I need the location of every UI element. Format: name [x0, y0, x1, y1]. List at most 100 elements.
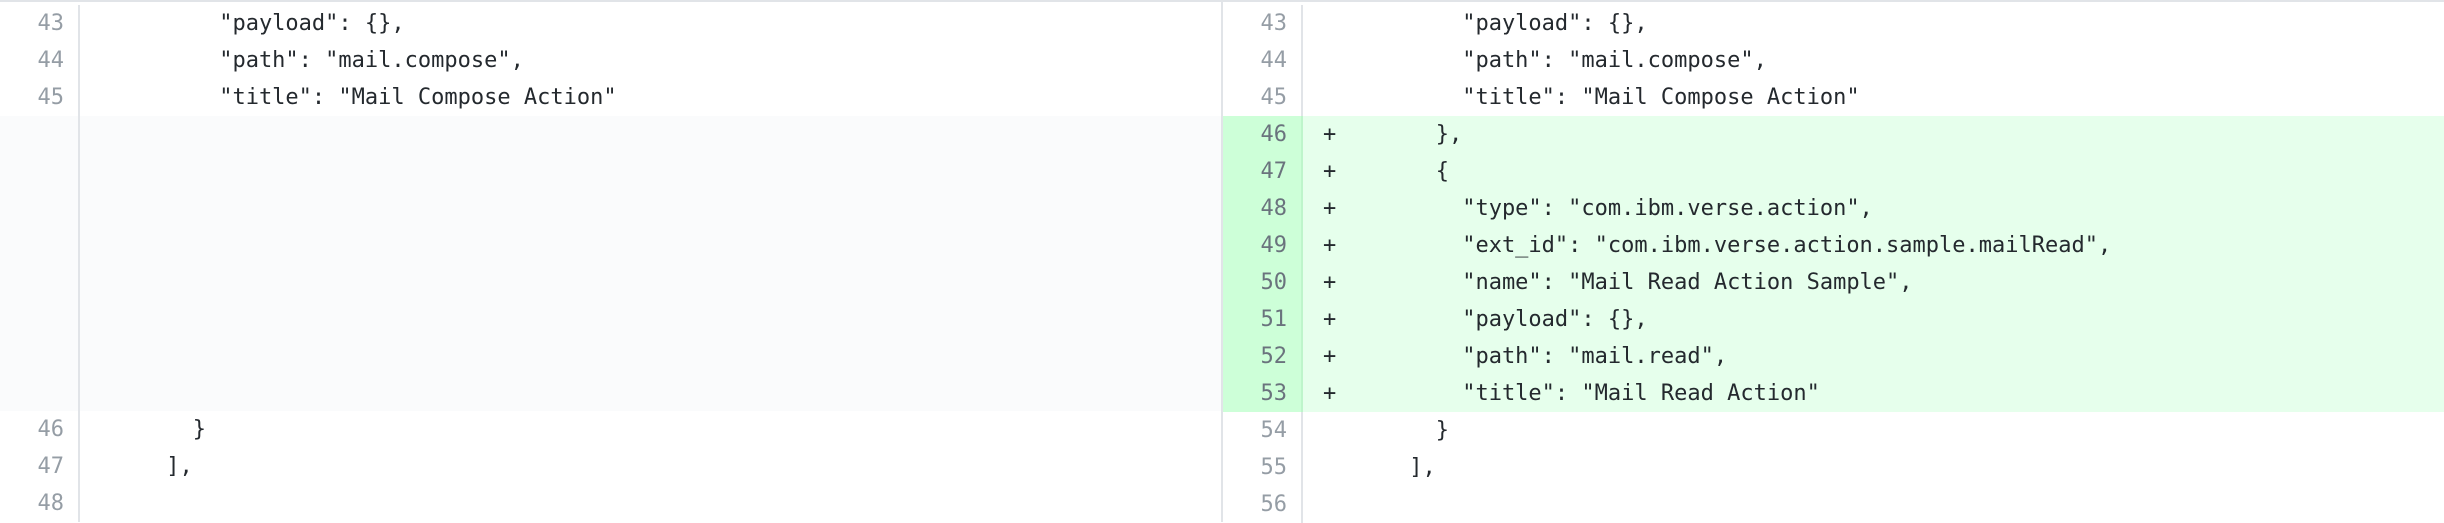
diff-pane-left: 43 "payload": {}, 44 "path": "mail.compo… [0, 2, 1223, 522]
line-number [0, 300, 80, 338]
code-line: } [100, 417, 206, 442]
diff-row-empty [0, 374, 1221, 411]
diff-row-empty [0, 189, 1221, 227]
diff-pane-right: 43 "payload": {}, 44 "path": "mail.compo… [1223, 2, 2444, 523]
code-text: "name": "Mail Read Action Sample", [1343, 270, 1913, 295]
diff-row-empty [0, 337, 1221, 375]
code-line: + "title": "Mail Read Action" [1303, 375, 2444, 412]
diff-marker: + [1323, 122, 1337, 147]
diff-row-added: 51 + "payload": {}, [1223, 301, 2444, 338]
line-number[interactable]: 54 [1223, 412, 1303, 449]
diff-marker: + [1323, 270, 1337, 295]
diff-marker: + [1323, 344, 1337, 369]
line-number [0, 226, 80, 264]
diff-row-empty [0, 116, 1221, 153]
diff-row: 44 "path": "mail.compose", [1223, 42, 2444, 79]
line-number[interactable]: 43 [0, 5, 80, 42]
line-number[interactable]: 44 [0, 42, 80, 79]
code-line: + "name": "Mail Read Action Sample", [1303, 264, 2444, 301]
diff-row: 45 "title": "Mail Compose Action" [1223, 79, 2444, 116]
diff-marker: + [1323, 381, 1337, 406]
line-number[interactable]: 52 [1223, 338, 1303, 375]
code-text: "ext_id": "com.ibm.verse.action.sample.m… [1343, 233, 2112, 258]
diff-row: 56 [1223, 486, 2444, 523]
line-number[interactable]: 46 [1223, 116, 1303, 153]
code-line: "title": "Mail Compose Action" [100, 85, 617, 110]
diff-marker: + [1323, 307, 1337, 332]
diff-row: 55 ], [1223, 449, 2444, 486]
code-text: "title": "Mail Compose Action" [1343, 85, 1860, 110]
diff-row: 45 "title": "Mail Compose Action" [0, 79, 1221, 116]
code-line: } [1303, 412, 2444, 449]
diff-marker: + [1323, 233, 1337, 258]
line-number[interactable]: 47 [0, 448, 80, 485]
line-number[interactable]: 50 [1223, 264, 1303, 301]
code-line: "payload": {}, [1303, 5, 2444, 42]
diff-row-added: 52 + "path": "mail.read", [1223, 338, 2444, 375]
code-text: }, [1343, 122, 1463, 147]
code-line: + "type": "com.ibm.verse.action", [1303, 190, 2444, 227]
line-number [0, 116, 80, 153]
code-line [80, 152, 1221, 190]
line-number[interactable]: 53 [1223, 375, 1303, 412]
diff-row-added: 49 + "ext_id": "com.ibm.verse.action.samp… [1223, 227, 2444, 264]
code-text: ], [1343, 455, 1436, 480]
diff-row-added: 53 + "title": "Mail Read Action" [1223, 375, 2444, 412]
diff-row: 48 [0, 485, 1221, 522]
code-line [80, 263, 1221, 301]
line-number[interactable]: 51 [1223, 301, 1303, 338]
code-text: "path": "mail.read", [1343, 344, 1728, 369]
diff-row: 43 "payload": {}, [1223, 5, 2444, 42]
line-number[interactable]: 49 [1223, 227, 1303, 264]
code-line: "path": "mail.compose", [100, 48, 524, 73]
line-number[interactable]: 48 [0, 485, 80, 522]
line-number[interactable]: 45 [1223, 79, 1303, 116]
line-number[interactable]: 45 [0, 79, 80, 116]
diff-marker: + [1323, 159, 1337, 184]
code-text: { [1343, 159, 1449, 184]
diff-row-added: 47 + { [1223, 153, 2444, 190]
code-line: + "path": "mail.read", [1303, 338, 2444, 375]
line-number [0, 337, 80, 375]
diff-row-empty [0, 226, 1221, 264]
line-number[interactable]: 43 [1223, 5, 1303, 42]
line-number[interactable]: 46 [0, 411, 80, 448]
diff-row: 47 ], [0, 448, 1221, 485]
line-number[interactable]: 55 [1223, 449, 1303, 486]
diff-row: 44 "path": "mail.compose", [0, 42, 1221, 79]
diff-row-empty [0, 300, 1221, 338]
code-line [80, 374, 1221, 411]
line-number[interactable]: 48 [1223, 190, 1303, 227]
code-line [80, 116, 1221, 153]
diff-row: 54 } [1223, 412, 2444, 449]
code-line: "path": "mail.compose", [1303, 42, 2444, 79]
line-number[interactable]: 44 [1223, 42, 1303, 79]
code-line [80, 189, 1221, 227]
line-number [0, 189, 80, 227]
diff-row: 43 "payload": {}, [0, 5, 1221, 42]
diff-row-added: 50 + "name": "Mail Read Action Sample", [1223, 264, 2444, 301]
code-line [80, 337, 1221, 375]
code-text: "payload": {}, [1343, 307, 1648, 332]
code-line: ], [1303, 449, 2444, 486]
code-line: + }, [1303, 116, 2444, 153]
line-number[interactable]: 56 [1223, 486, 1303, 523]
code-text: } [1343, 418, 1449, 443]
code-line: + { [1303, 153, 2444, 190]
line-number[interactable]: 47 [1223, 153, 1303, 190]
diff-row-added: 48 + "type": "com.ibm.verse.action", [1223, 190, 2444, 227]
code-line: + "payload": {}, [1303, 301, 2444, 338]
diff-row-empty [0, 152, 1221, 190]
split-diff-view: 43 "payload": {}, 44 "path": "mail.compo… [0, 0, 2444, 523]
diff-row-empty [0, 263, 1221, 301]
code-line: + "ext_id": "com.ibm.verse.action.sample… [1303, 227, 2444, 264]
code-line: "title": "Mail Compose Action" [1303, 79, 2444, 116]
code-line [80, 226, 1221, 264]
diff-row: 46 } [0, 411, 1221, 448]
code-line: ], [100, 454, 193, 479]
diff-row-added: 46 + }, [1223, 116, 2444, 153]
code-line [80, 300, 1221, 338]
code-text: "type": "com.ibm.verse.action", [1343, 196, 1873, 221]
line-number [0, 263, 80, 301]
